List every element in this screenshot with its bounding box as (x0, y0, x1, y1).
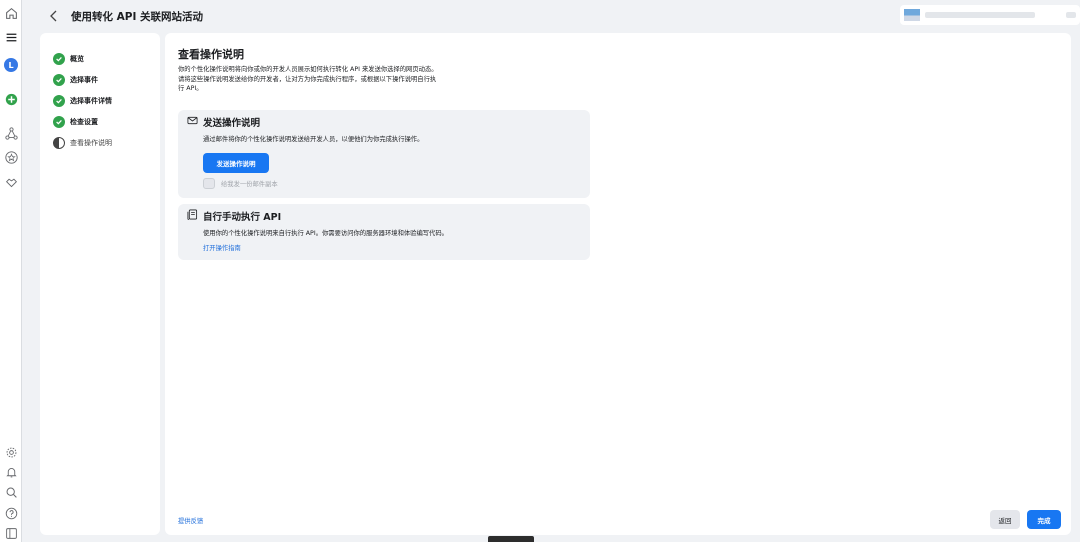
search-icon[interactable] (3, 484, 19, 500)
done-button[interactable]: 完成 (1027, 510, 1061, 529)
account-thumbnail (904, 9, 920, 21)
page-title: 使用转化 API 关联网站活动 (71, 11, 204, 23)
back-button[interactable]: 返回 (990, 510, 1020, 529)
section-description: 你的个性化操作说明将向你或你的开发人员展示如何执行转化 API 来发送你选择的网… (178, 66, 438, 92)
top-bar: 使用转化 API 关联网站活动 (23, 0, 1080, 33)
back-chevron-icon[interactable] (47, 9, 61, 23)
home-icon[interactable] (3, 5, 19, 21)
global-nav-rail: L (0, 0, 22, 542)
send-card-title: 发送操作说明 (203, 118, 261, 129)
account-dropdown-placeholder (1066, 12, 1076, 18)
envelope-icon (187, 116, 198, 125)
panel-toggle-icon[interactable] (3, 525, 19, 541)
step-select-events[interactable]: 选择事件 (53, 73, 98, 86)
document-icon (187, 209, 198, 220)
manual-card-title: 自行手动执行 API (203, 212, 282, 223)
send-card-text: 通过邮件将你的个性化操作说明发送给开发人员，以便他们为你完成执行操作。 (203, 136, 424, 143)
section-heading: 查看操作说明 (178, 48, 244, 61)
step-review-settings[interactable]: 检查设置 (53, 115, 98, 128)
avatar[interactable]: L (3, 57, 19, 73)
check-circle-icon (53, 52, 65, 65)
settings-gear-icon[interactable] (3, 444, 19, 460)
account-selector[interactable] (900, 5, 1080, 25)
account-name-placeholder (925, 12, 1035, 18)
step-overview[interactable]: 概览 (53, 52, 84, 65)
step-select-event-details[interactable]: 选择事件详情 (53, 94, 112, 107)
progress-steps-panel: 概览 选择事件 选择事件详情 检查设置 查看操作说明 (40, 33, 160, 535)
os-taskbar-fragment (488, 536, 534, 542)
manual-card-text: 使用你的个性化操作说明来自行执行 API。你需要访问你的服务器环境和体验编写代码… (203, 230, 448, 237)
email-copy-label: 给我发一份邮件副本 (221, 181, 278, 188)
feedback-link[interactable]: 提供反馈 (178, 516, 203, 525)
step-view-instructions[interactable]: 查看操作说明 (53, 136, 112, 149)
send-instructions-button[interactable]: 发送操作说明 (203, 153, 269, 173)
create-plus-icon[interactable] (3, 91, 19, 107)
send-instructions-card: 发送操作说明 通过邮件将你的个性化操作说明发送给开发人员，以便他们为你完成执行操… (178, 110, 590, 198)
menu-icon[interactable] (3, 29, 19, 45)
check-circle-icon (53, 94, 65, 107)
connections-icon[interactable] (3, 125, 19, 141)
check-circle-icon (53, 73, 65, 86)
notifications-bell-icon[interactable] (3, 464, 19, 480)
email-copy-checkbox[interactable]: 给我发一份邮件副本 (203, 178, 278, 189)
manual-implementation-card: 自行手动执行 API 使用你的个性化操作说明来自行执行 API。你需要访问你的服… (178, 204, 590, 260)
partnership-icon[interactable] (3, 174, 19, 190)
open-guide-link[interactable]: 打开操作指南 (203, 243, 241, 252)
half-circle-current-icon (53, 136, 65, 149)
main-content-panel: 查看操作说明 你的个性化操作说明将向你或你的开发人员展示如何执行转化 API 来… (165, 33, 1071, 535)
check-circle-icon (53, 115, 65, 128)
checkbox-box[interactable] (203, 178, 215, 189)
help-icon[interactable] (3, 505, 19, 521)
star-circle-icon[interactable] (3, 149, 19, 165)
